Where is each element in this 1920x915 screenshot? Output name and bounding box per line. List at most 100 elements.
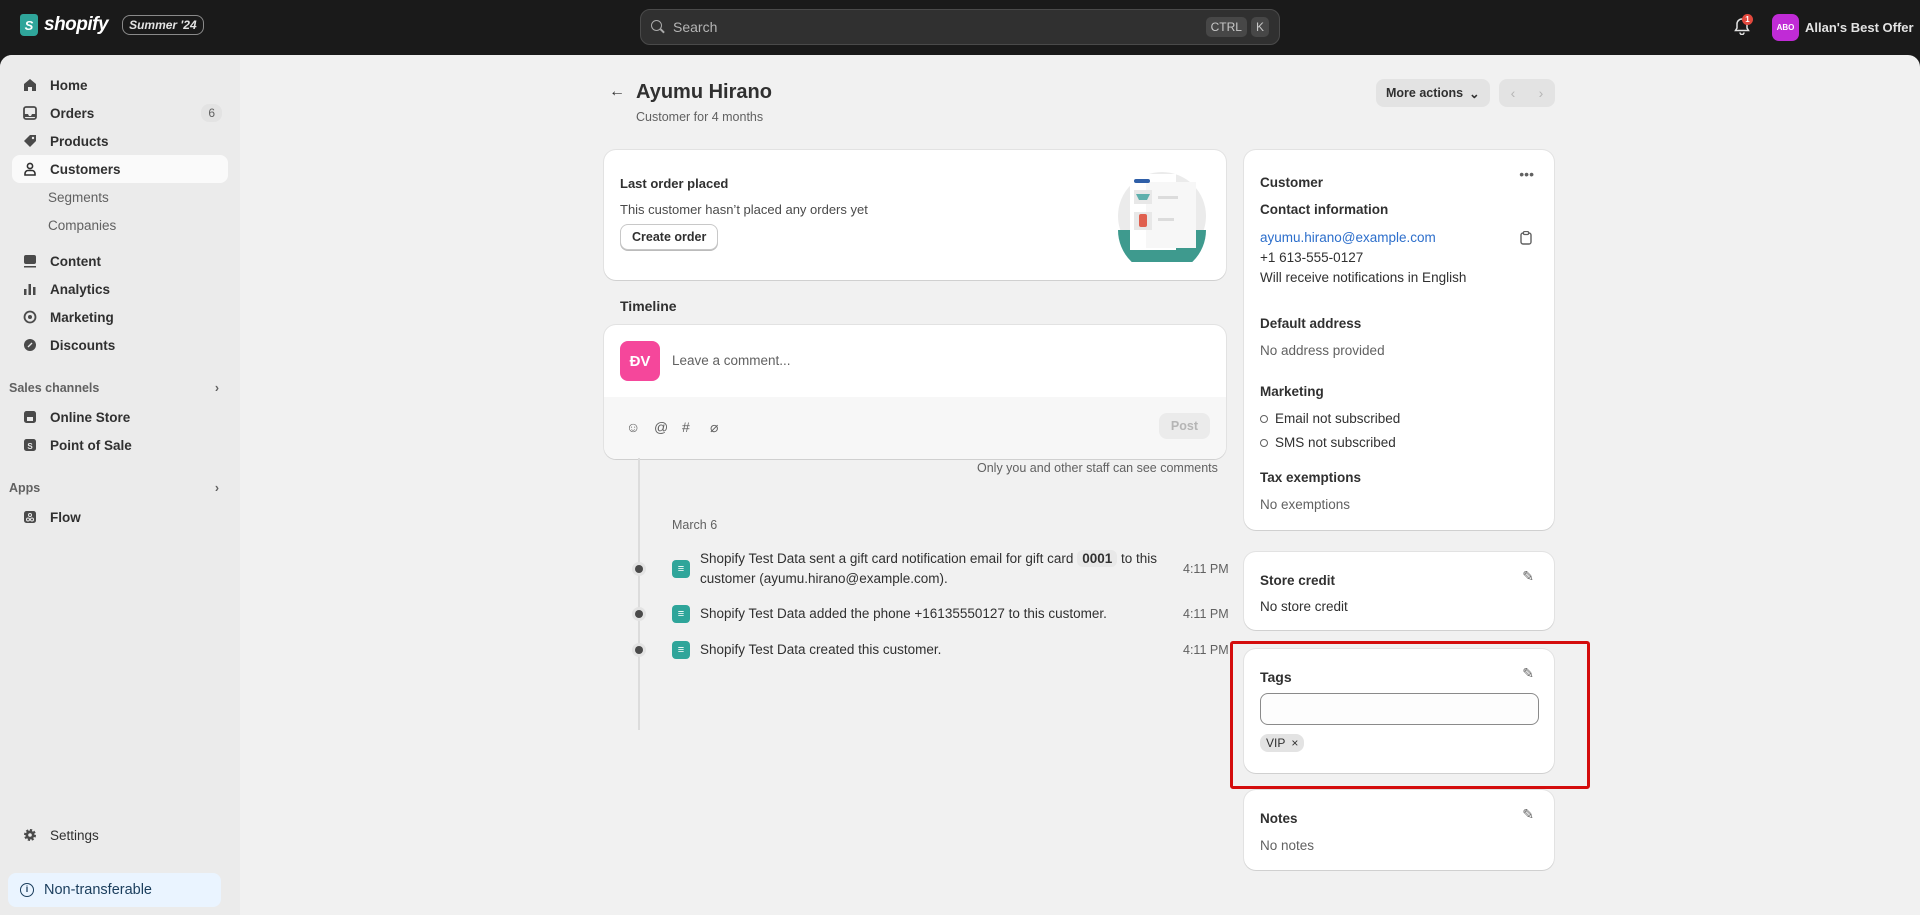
remove-tag-icon[interactable]: ×	[1291, 736, 1298, 750]
create-order-button[interactable]: Create order	[620, 224, 719, 250]
event-time: 4:11 PM	[1183, 562, 1229, 576]
shortcut-key-k: K	[1250, 17, 1269, 37]
orders-count-badge: 6	[201, 104, 222, 122]
sidebar-item-home[interactable]: Home	[12, 71, 228, 99]
sms-marketing-label: SMS not subscribed	[1275, 435, 1396, 450]
more-actions-button[interactable]: More actions ⌄	[1376, 79, 1490, 107]
comment-input[interactable]: Leave a comment...	[672, 353, 791, 368]
language-note: Will receive notifications in English	[1260, 270, 1467, 285]
timeline-line	[638, 458, 640, 730]
store-credit-heading: Store credit	[1260, 573, 1336, 588]
sidebar-item-label: Online Store	[50, 409, 131, 425]
notes-heading: Notes	[1260, 811, 1298, 826]
search-bar[interactable]: Search CTRL K	[640, 9, 1280, 45]
sidebar-item-label: Discounts	[50, 337, 116, 353]
sidebar-item-label: Products	[50, 133, 109, 149]
shopify-data-icon: ≡	[672, 641, 690, 659]
page-subtitle: Customer for 4 months	[636, 110, 764, 124]
page-title: Ayumu Hirano	[636, 81, 772, 103]
shopify-logo[interactable]: S shopify Summer '24	[20, 14, 204, 36]
timeline-dot	[632, 643, 646, 657]
sidebar-item-label: Orders	[50, 105, 95, 121]
store-menu[interactable]: ABO Allan's Best Offer	[1772, 14, 1914, 41]
more-options-icon[interactable]: •••	[1519, 166, 1534, 182]
notes-card: Notes ✎ No notes	[1244, 790, 1554, 870]
tags-input[interactable]	[1260, 693, 1539, 725]
apps-section[interactable]: Apps ›	[9, 481, 225, 495]
last-order-heading: Last order placed	[620, 176, 729, 191]
sidebar-subitem-companies[interactable]: Companies	[48, 211, 116, 239]
emoji-icon[interactable]: ☺	[626, 419, 640, 435]
contact-heading: Contact information	[1260, 202, 1389, 217]
sidebar-item-products[interactable]: Products	[12, 127, 228, 155]
sidebar-item-point-of-sale[interactable]: S Point of Sale	[12, 431, 228, 459]
edition-badge[interactable]: Summer '24	[122, 15, 204, 35]
shopify-bag-icon: S	[20, 14, 38, 36]
sidebar-item-settings[interactable]: Settings	[12, 821, 228, 849]
timeline-date: March 6	[672, 518, 718, 532]
email-marketing-label: Email not subscribed	[1275, 411, 1401, 426]
sidebar-item-online-store[interactable]: Online Store	[12, 403, 228, 431]
event-time: 4:11 PM	[1183, 607, 1229, 621]
pagination: ‹ ›	[1499, 79, 1555, 107]
store-icon	[22, 409, 38, 425]
last-order-card: Last order placed This customer hasn’t p…	[604, 150, 1226, 280]
tax-value: No exemptions	[1260, 497, 1351, 512]
sidebar-item-discounts[interactable]: Discounts	[12, 331, 228, 359]
search-placeholder: Search	[673, 19, 718, 35]
edit-pencil-icon[interactable]: ✎	[1522, 568, 1534, 585]
inbox-icon	[22, 105, 38, 121]
next-customer-button[interactable]: ›	[1539, 85, 1544, 101]
shortcut-key-ctrl: CTRL	[1205, 17, 1247, 37]
chevron-right-icon: ›	[214, 481, 219, 495]
timeline-event: Shopify Test Data added the phone +16135…	[700, 606, 1107, 621]
last-order-message: This customer hasn’t placed any orders y…	[620, 202, 868, 217]
non-transferable-label: Non-transferable	[44, 882, 152, 898]
target-icon	[22, 309, 38, 325]
sidebar-item-analytics[interactable]: Analytics	[12, 275, 228, 303]
status-circle-icon	[1260, 439, 1268, 447]
sidebar-item-orders[interactable]: Orders 6	[12, 99, 228, 127]
post-button[interactable]: Post	[1158, 413, 1210, 439]
main-content: ← Ayumu Hirano Customer for 4 months Mor…	[240, 55, 1920, 915]
sidebar-item-marketing[interactable]: Marketing	[12, 303, 228, 331]
tax-heading: Tax exemptions	[1260, 470, 1362, 485]
sidebar-subitem-segments[interactable]: Segments	[48, 183, 109, 211]
sidebar-item-content[interactable]: Content	[12, 247, 228, 275]
sidebar-item-label: Home	[50, 77, 88, 93]
mention-icon[interactable]: @	[654, 419, 668, 435]
back-arrow-icon[interactable]: ←	[609, 83, 625, 101]
customer-email-link[interactable]: ayumu.hirano@example.com	[1260, 230, 1436, 245]
flow-icon	[22, 509, 38, 525]
clipboard-icon[interactable]	[1520, 231, 1532, 245]
attachment-icon[interactable]: ⌀	[710, 419, 718, 436]
sidebar-item-label: Analytics	[50, 281, 111, 297]
staff-comments-note: Only you and other staff can see comment…	[977, 461, 1218, 475]
previous-customer-button[interactable]: ‹	[1511, 85, 1516, 101]
more-actions-label: More actions	[1386, 86, 1464, 100]
sidebar: Home Orders 6 Products Customers Segment…	[0, 55, 240, 915]
marketing-heading: Marketing	[1260, 384, 1324, 399]
edit-pencil-icon[interactable]: ✎	[1522, 665, 1534, 682]
sales-channels-section[interactable]: Sales channels ›	[9, 381, 225, 395]
orders-illustration	[1118, 172, 1206, 262]
top-bar: S shopify Summer '24 Search CTRL K 1 ABO…	[0, 0, 1920, 55]
comment-toolbar: ☺ @ # ⌀ Post	[604, 397, 1226, 459]
notes-value: No notes	[1260, 838, 1315, 853]
store-credit-card: Store credit ✎ No store credit	[1244, 552, 1554, 630]
customer-phone: +1 613-555-0127	[1260, 250, 1364, 265]
address-heading: Default address	[1260, 316, 1362, 331]
pos-icon: S	[22, 437, 38, 453]
store-credit-value: No store credit	[1260, 599, 1348, 614]
non-transferable-banner[interactable]: i Non-transferable	[8, 873, 221, 907]
hashtag-icon[interactable]: #	[682, 419, 690, 435]
brand-name: shopify	[44, 14, 109, 35]
sidebar-item-flow[interactable]: Flow	[12, 503, 228, 531]
chevron-right-icon: ›	[214, 381, 219, 395]
gift-card-chip[interactable]: 0001	[1077, 550, 1118, 567]
event-text: Shopify Test Data sent a gift card notif…	[700, 551, 1074, 566]
search-icon	[651, 20, 665, 34]
timeline-event: Shopify Test Data sent a gift card notif…	[700, 549, 1170, 589]
sidebar-item-customers[interactable]: Customers	[12, 155, 228, 183]
edit-pencil-icon[interactable]: ✎	[1522, 806, 1534, 823]
